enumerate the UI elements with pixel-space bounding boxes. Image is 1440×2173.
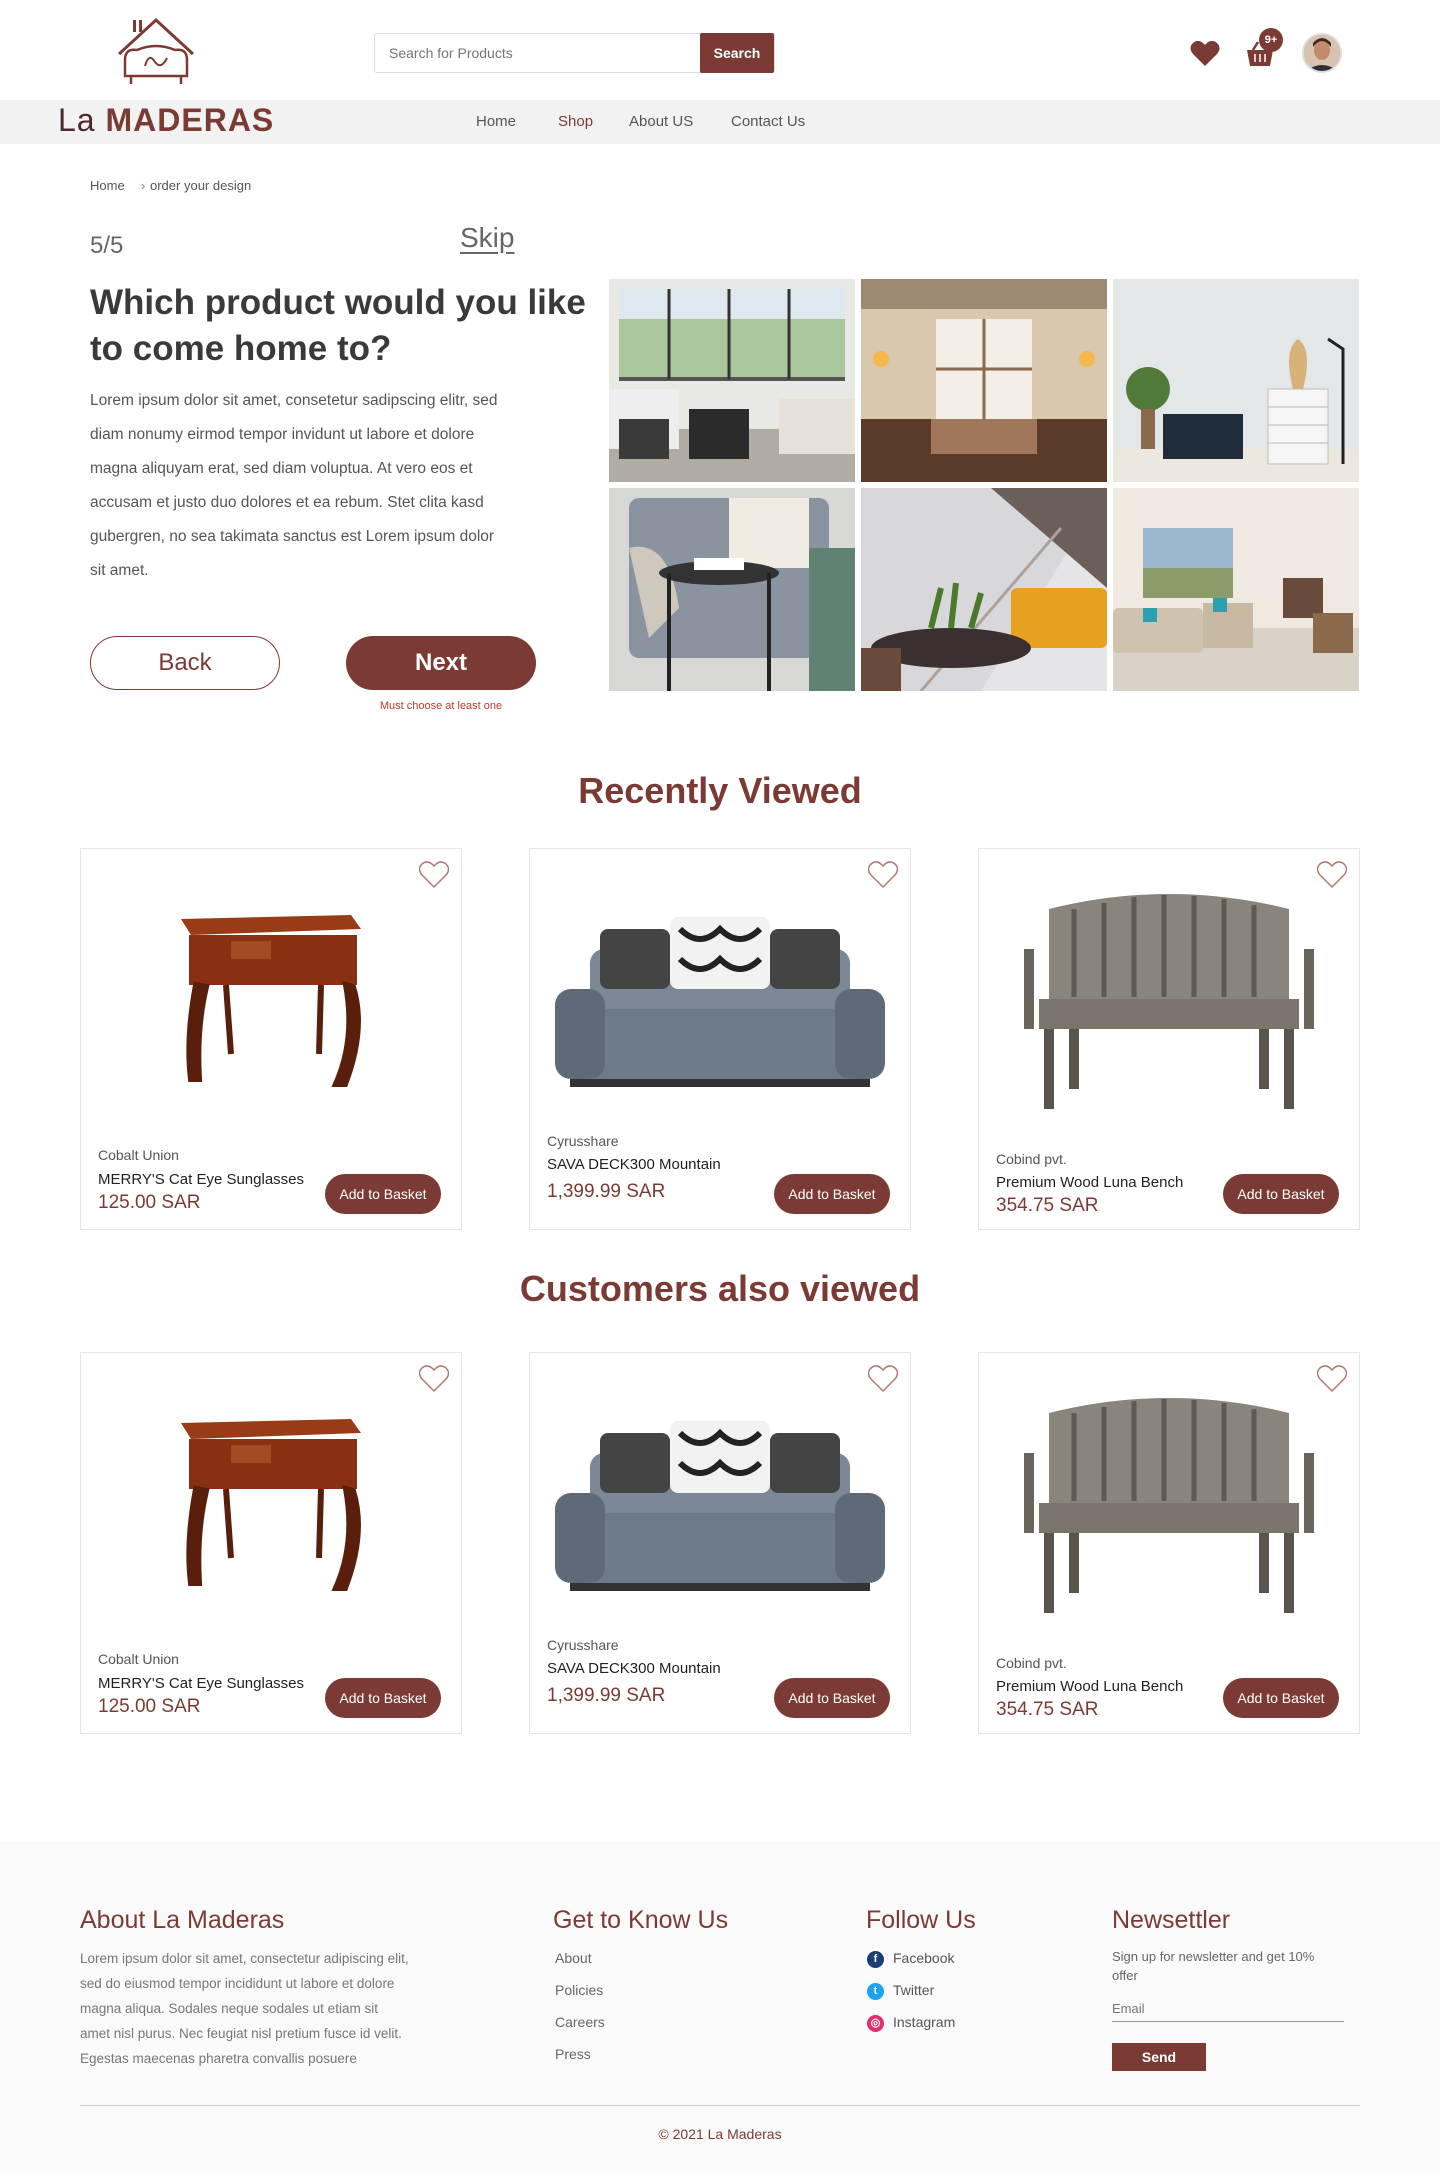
product-card[interactable]: Cobalt Union MERRY'S Cat Eye Sunglasses … [80, 848, 462, 1230]
logo-prefix: La [58, 102, 96, 138]
back-button[interactable]: Back [90, 636, 280, 690]
footer-link-careers[interactable]: Careers [555, 2014, 605, 2030]
product-brand: Cyrusshare [547, 1637, 619, 1653]
product-card[interactable]: Cyrusshare SAVA DECK300 Mountain 1,399.9… [529, 848, 911, 1230]
recently-viewed-title: Recently Viewed [578, 770, 862, 811]
nav-shop[interactable]: Shop [558, 100, 593, 144]
avatar[interactable] [1302, 33, 1342, 73]
footer-divider [80, 2105, 1360, 2106]
product-price: 125.00 SAR [98, 1696, 201, 1717]
nav-about[interactable]: About US [629, 100, 693, 144]
social-instagram-label: Instagram [893, 2014, 956, 2030]
product-name: Premium Wood Luna Bench [996, 1174, 1184, 1191]
facebook-icon: f [867, 1951, 884, 1968]
customers-also-viewed-title: Customers also viewed [519, 1268, 921, 1309]
logo-house-icon [117, 17, 195, 84]
writing-desk-image [181, 1419, 361, 1591]
product-name: Premium Wood Luna Bench [996, 1678, 1184, 1695]
footer-know-title: Get to Know Us [553, 1906, 729, 1934]
user-avatar-icon [1304, 35, 1340, 71]
design-option-bedroom[interactable] [1113, 279, 1359, 482]
product-card[interactable]: Cobalt Union MERRY'S Cat Eye Sunglasses … [80, 1352, 462, 1734]
wooden-bench-image [1024, 1398, 1314, 1613]
footer-about-title: About La Maderas [80, 1906, 285, 1934]
quiz-question: Which product would you like to come hom… [90, 283, 586, 368]
add-to-basket-button[interactable]: Add to Basket [774, 1678, 890, 1718]
design-option-bathroom[interactable] [861, 279, 1107, 482]
nav-home[interactable]: Home [476, 100, 516, 144]
breadcrumb-home[interactable]: Home [90, 178, 125, 193]
search-input[interactable] [375, 34, 701, 72]
breadcrumb-current: order your design [150, 178, 252, 193]
send-button[interactable]: Send [1112, 2043, 1206, 2071]
product-card[interactable]: Cobind pvt. Premium Wood Luna Bench 354.… [978, 848, 1360, 1230]
product-brand: Cobind pvt. [996, 1655, 1067, 1671]
social-twitter[interactable]: t Twitter [867, 1982, 935, 2000]
product-brand: Cyrusshare [547, 1133, 619, 1149]
product-brand: Cobalt Union [98, 1147, 179, 1163]
product-card[interactable]: Cyrusshare SAVA DECK300 Mountain 1,399.9… [529, 1352, 911, 1734]
writing-desk-image [181, 915, 361, 1087]
social-instagram[interactable]: ◎ Instagram [867, 2014, 956, 2032]
footer-newsletter-title: Newsettler [1112, 1906, 1231, 1934]
product-name: MERRY'S Cat Eye Sunglasses [98, 1171, 305, 1188]
validation-error: Must choose at least one [379, 700, 503, 712]
quiz-description: Lorem ipsum dolor sit amet, consetetur s… [90, 392, 498, 579]
product-price: 125.00 SAR [98, 1192, 201, 1213]
heart-icon[interactable] [1190, 40, 1220, 67]
chevron-right-icon: › [141, 178, 146, 193]
step-indicator: 5/5 [90, 232, 124, 259]
newsletter-text: Sign up for newsletter and get 10% offer [1112, 1949, 1315, 1983]
product-price: 354.75 SAR [996, 1195, 1099, 1216]
product-brand: Cobind pvt. [996, 1151, 1067, 1167]
product-brand: Cobalt Union [98, 1651, 179, 1667]
add-to-basket-button[interactable]: Add to Basket [774, 1174, 890, 1214]
footer-link-press[interactable]: Press [555, 2046, 591, 2062]
copyright: © 2021 La Maderas [658, 2126, 782, 2142]
grey-sofa-image [555, 917, 885, 1087]
social-facebook[interactable]: f Facebook [867, 1950, 955, 1968]
wooden-bench-image [1024, 894, 1314, 1109]
logo[interactable]: La MADERAS [58, 14, 273, 138]
design-option-living-room[interactable] [609, 279, 855, 482]
product-name: SAVA DECK300 Mountain [547, 1156, 721, 1173]
logo-name: MADERAS [105, 102, 275, 138]
grey-sofa-image [555, 1421, 885, 1591]
nav-contact[interactable]: Contact Us [731, 100, 805, 144]
social-facebook-label: Facebook [893, 1950, 955, 1966]
search-bar: Search [374, 33, 775, 73]
add-to-basket-button[interactable]: Add to Basket [325, 1174, 441, 1214]
product-price: 1,399.99 SAR [547, 1181, 666, 1202]
footer-about-text: Lorem ipsum dolor sit amet, consectetur … [80, 1951, 409, 2066]
product-card[interactable]: Cobind pvt. Premium Wood Luna Bench 354.… [978, 1352, 1360, 1734]
footer-follow-title: Follow Us [866, 1906, 976, 1934]
cart-count-badge: 9+ [1259, 28, 1283, 52]
product-name: SAVA DECK300 Mountain [547, 1660, 721, 1677]
footer-link-about[interactable]: About [555, 1950, 592, 1966]
skip-link[interactable]: Skip [460, 222, 514, 254]
product-price: 354.75 SAR [996, 1699, 1099, 1720]
design-option-modern-lounge[interactable] [861, 488, 1107, 691]
design-option-open-living[interactable] [1113, 488, 1359, 691]
add-to-basket-button[interactable]: Add to Basket [1223, 1678, 1339, 1718]
footer-link-policies[interactable]: Policies [555, 1982, 603, 1998]
add-to-basket-button[interactable]: Add to Basket [325, 1678, 441, 1718]
next-button[interactable]: Next [346, 636, 536, 690]
search-button[interactable]: Search [700, 33, 774, 73]
instagram-icon: ◎ [867, 2015, 884, 2032]
design-option-sofa-closeup[interactable] [609, 488, 855, 691]
site-header: La MADERAS Search 9+ Home Shop About US … [0, 0, 1440, 144]
product-price: 1,399.99 SAR [547, 1685, 666, 1706]
newsletter-email-field[interactable] [1112, 1996, 1344, 2022]
product-name: MERRY'S Cat Eye Sunglasses [98, 1675, 305, 1692]
twitter-icon: t [867, 1983, 884, 2000]
add-to-basket-button[interactable]: Add to Basket [1223, 1174, 1339, 1214]
social-twitter-label: Twitter [893, 1982, 935, 1998]
